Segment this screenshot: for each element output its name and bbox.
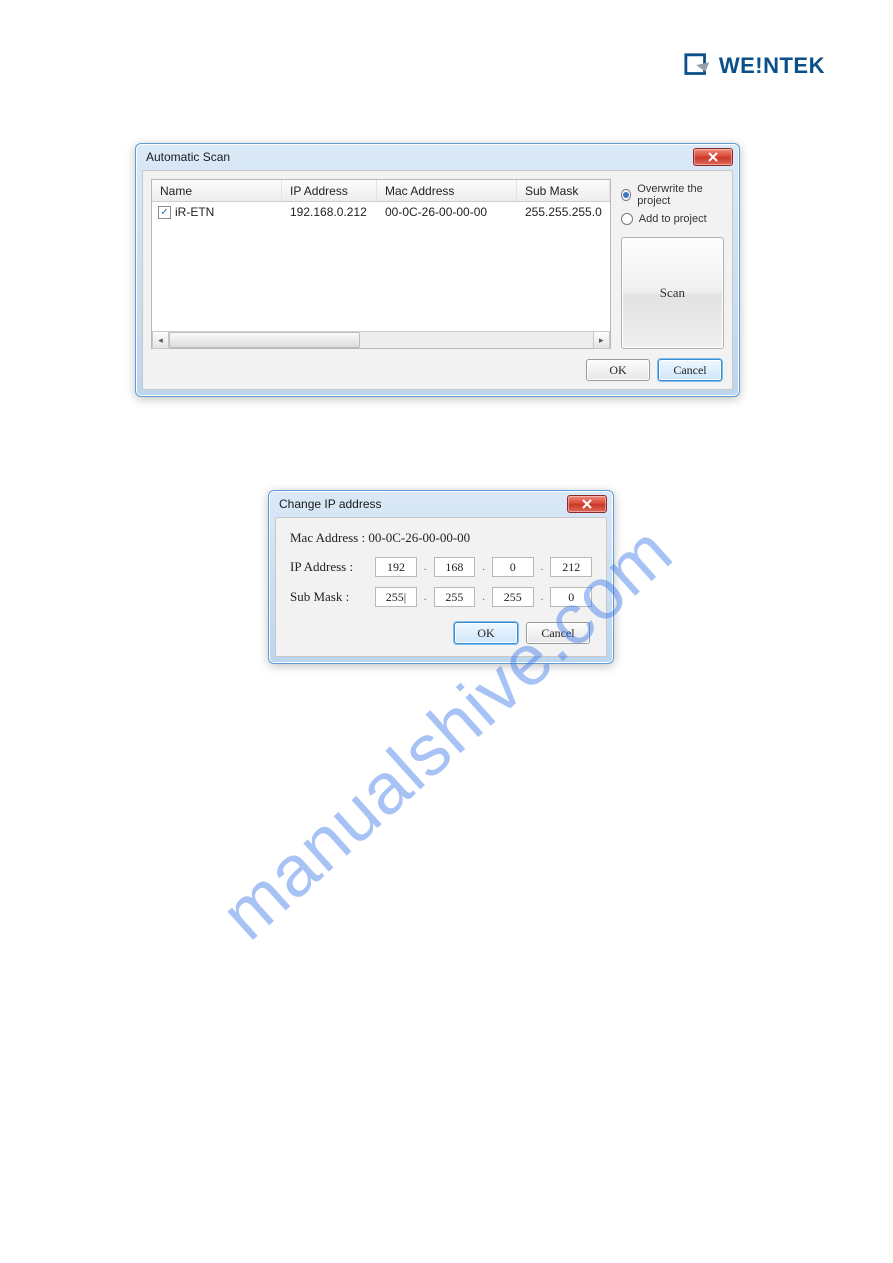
- close-button[interactable]: [567, 495, 607, 513]
- scroll-right-arrow[interactable]: ▸: [593, 331, 610, 349]
- horizontal-scrollbar[interactable]: ◂ ▸: [152, 331, 610, 348]
- titlebar[interactable]: Automatic Scan: [136, 144, 739, 170]
- change-ip-dialog: Change IP address Mac Address : 00-0C-26…: [268, 490, 614, 664]
- radio-overwrite[interactable]: Overwrite the project: [621, 183, 724, 207]
- scroll-track[interactable]: [169, 332, 593, 348]
- radio-add-label: Add to project: [639, 213, 707, 225]
- import-mode-group: Overwrite the project Add to project: [621, 179, 724, 229]
- ip-octet-4[interactable]: 212: [550, 557, 592, 577]
- col-mac[interactable]: Mac Address: [377, 180, 517, 201]
- radio-icon: [621, 213, 633, 225]
- col-mask[interactable]: Sub Mask: [517, 180, 610, 201]
- radio-add[interactable]: Add to project: [621, 213, 724, 225]
- close-icon: [582, 499, 592, 509]
- mask-label: Sub Mask :: [290, 589, 369, 605]
- weintek-icon: [683, 52, 713, 80]
- scroll-thumb[interactable]: [169, 332, 360, 348]
- automatic-scan-dialog: Automatic Scan Name IP Address Mac Addre…: [135, 143, 740, 397]
- row-mask: 255.255.255.0: [517, 205, 610, 219]
- ok-button[interactable]: OK: [454, 622, 518, 644]
- row-mac: 00-0C-26-00-00-00: [377, 205, 517, 219]
- cancel-button[interactable]: Cancel: [658, 359, 722, 381]
- device-list[interactable]: Name IP Address Mac Address Sub Mask ✓ i…: [151, 179, 611, 349]
- brand-text: WE!NTEK: [719, 53, 825, 79]
- titlebar[interactable]: Change IP address: [269, 491, 613, 517]
- dialog-title: Automatic Scan: [146, 150, 693, 164]
- radio-icon: [621, 189, 632, 201]
- row-checkbox[interactable]: ✓: [158, 206, 171, 219]
- table-row[interactable]: ✓ iR-ETN 192.168.0.212 00-0C-26-00-00-00…: [152, 202, 610, 222]
- brand-logo: WE!NTEK: [683, 52, 825, 80]
- mask-octet-4[interactable]: 0: [550, 587, 592, 607]
- list-header: Name IP Address Mac Address Sub Mask: [152, 180, 610, 202]
- close-icon: [708, 152, 718, 162]
- col-name[interactable]: Name: [152, 180, 282, 201]
- scroll-left-arrow[interactable]: ◂: [152, 331, 169, 349]
- mask-octet-2[interactable]: 255: [434, 587, 476, 607]
- mac-value: 00-0C-26-00-00-00: [368, 530, 470, 545]
- radio-overwrite-label: Overwrite the project: [637, 183, 724, 207]
- mac-label: Mac Address :: [290, 530, 365, 545]
- ip-label: IP Address :: [290, 559, 369, 575]
- ip-octet-3[interactable]: 0: [492, 557, 534, 577]
- scan-button[interactable]: Scan: [621, 237, 724, 349]
- dialog-title: Change IP address: [279, 497, 567, 511]
- ok-button[interactable]: OK: [586, 359, 650, 381]
- ip-octet-1[interactable]: 192: [375, 557, 417, 577]
- col-ip[interactable]: IP Address: [282, 180, 377, 201]
- cancel-button[interactable]: Cancel: [526, 622, 590, 644]
- mask-octet-1[interactable]: 255|: [375, 587, 417, 607]
- row-name: iR-ETN: [175, 205, 214, 219]
- ip-octet-2[interactable]: 168: [434, 557, 476, 577]
- mask-octet-3[interactable]: 255: [492, 587, 534, 607]
- close-button[interactable]: [693, 148, 733, 166]
- row-ip: 192.168.0.212: [282, 205, 377, 219]
